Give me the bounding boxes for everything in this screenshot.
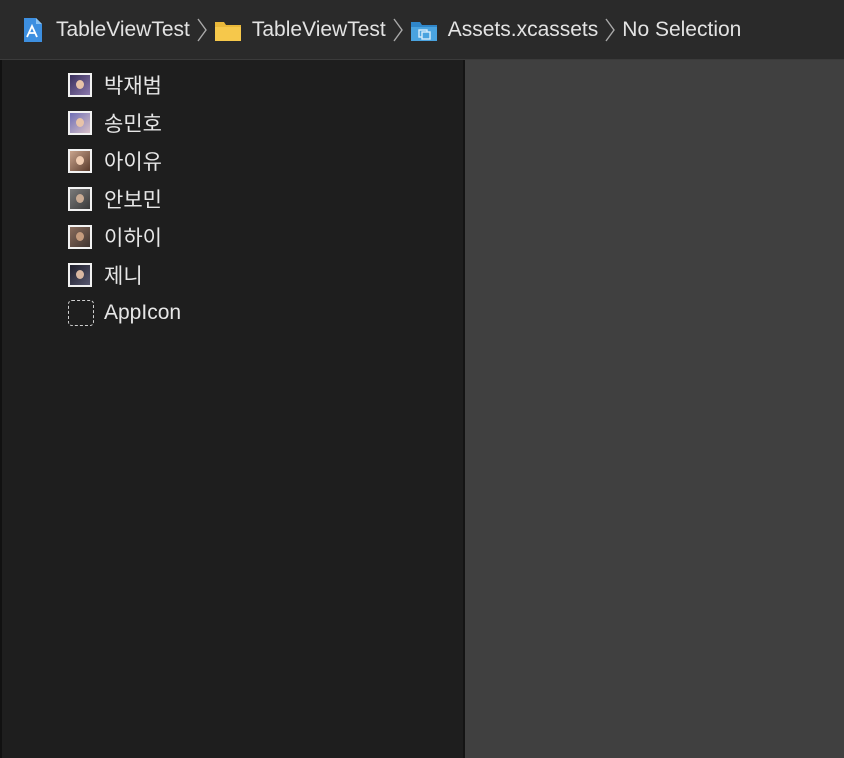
image-set-icon (68, 263, 92, 287)
image-set-icon (68, 187, 92, 211)
image-set-icon (68, 149, 92, 173)
chevron-right-icon (197, 18, 207, 41)
breadcrumb-project[interactable]: TableViewTest (18, 0, 190, 59)
breadcrumb-selection-label: No Selection (622, 17, 742, 41)
asset-item-label: 송민호 (104, 113, 162, 136)
asset-item[interactable]: 이하이 (68, 218, 181, 256)
asset-item-label: 안보민 (104, 189, 162, 212)
xcode-window: TableViewTest TableViewTest Assets.xcass… (0, 0, 844, 758)
image-set-icon (68, 225, 92, 249)
folder-icon (214, 21, 241, 41)
asset-item-label: 제니 (104, 265, 143, 288)
breadcrumb: TableViewTest TableViewTest Assets.xcass… (0, 0, 844, 60)
asset-item[interactable]: 박재범 (68, 66, 181, 104)
asset-item[interactable]: 아이유 (68, 142, 181, 180)
asset-item[interactable]: 안보민 (68, 180, 181, 218)
asset-item[interactable]: 송민호 (68, 104, 181, 142)
asset-item[interactable]: 제니 (68, 256, 181, 294)
breadcrumb-project-label: TableViewTest (56, 17, 190, 41)
asset-catalog-icon (410, 21, 437, 41)
asset-editor-area (465, 60, 844, 758)
image-set-icon (68, 73, 92, 97)
asset-list: 박재범 송민호 아이유 안보민 이하이 제니 AppIcon (68, 66, 181, 332)
asset-item-label: 박재범 (104, 75, 162, 98)
chevron-right-icon (605, 18, 616, 41)
asset-item-appicon[interactable]: AppIcon (68, 294, 181, 332)
image-set-icon (68, 111, 92, 135)
asset-item-label: AppIcon (104, 301, 182, 324)
breadcrumb-asset-catalog[interactable]: Assets.xcassets (410, 0, 599, 59)
breadcrumb-folder-label: TableViewTest (251, 17, 386, 41)
breadcrumb-asset-catalog-label: Assets.xcassets (447, 17, 599, 41)
app-icon-placeholder-icon (68, 300, 94, 326)
asset-navigator: 박재범 송민호 아이유 안보민 이하이 제니 AppIcon (0, 60, 463, 758)
asset-item-label: 아이유 (104, 151, 162, 174)
xcode-project-icon (24, 17, 42, 42)
chevron-right-icon (393, 18, 403, 41)
breadcrumb-folder[interactable]: TableViewTest (214, 0, 386, 59)
asset-item-label: 이하이 (104, 227, 162, 250)
breadcrumb-selection[interactable]: No Selection (622, 0, 741, 59)
